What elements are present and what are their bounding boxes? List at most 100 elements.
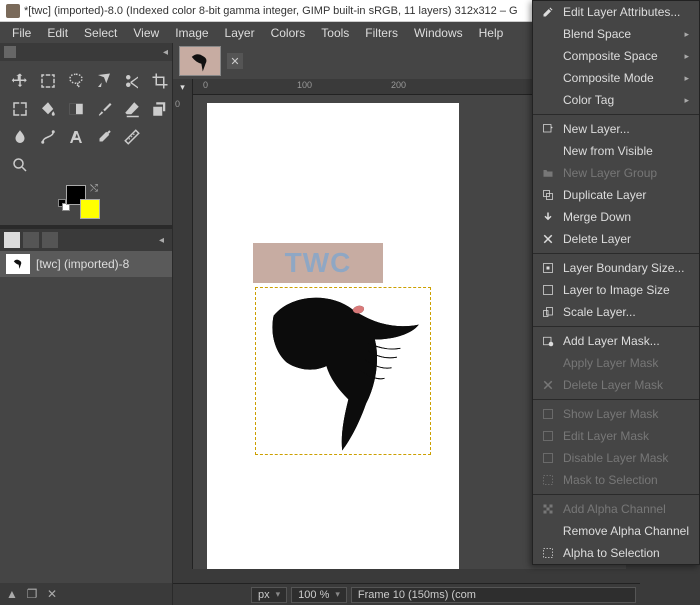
menu-layer-to-image-size[interactable]: Layer to Image Size [533,279,699,301]
menu-color-tag[interactable]: Color Tag [533,89,699,111]
menu-layer-boundary-size[interactable]: Layer Boundary Size... [533,257,699,279]
move-tool-icon[interactable] [8,69,32,93]
menu-filters[interactable]: Filters [357,24,406,42]
nav-preview-icon[interactable] [626,569,640,583]
layer-context-menu: Edit Layer Attributes... Blend Space Com… [532,0,700,565]
ruler-h-tick: 100 [297,80,312,90]
alpha-selection-icon [541,546,555,560]
toolbox-tabstrip: ◂ [0,43,172,61]
zoom-dropdown[interactable]: 100 % [291,587,347,603]
menu-new-from-visible[interactable]: New from Visible [533,140,699,162]
transform-tool-icon[interactable] [8,97,32,121]
alpha-add-icon [541,502,555,516]
free-select-tool-icon[interactable] [64,69,88,93]
statusbar: px 100 % Frame 10 (150ms) (com [173,583,640,605]
menu-delete-layer-mask: Delete Layer Mask [533,374,699,396]
menu-view[interactable]: View [125,24,167,42]
menu-help[interactable]: Help [471,24,512,42]
horizontal-scrollbar[interactable] [193,569,626,583]
measure-tool-icon[interactable] [120,125,144,149]
eraser-tool-icon[interactable] [120,97,144,121]
status-layer-label: Frame 10 (150ms) (com [351,587,636,603]
swap-colors-icon[interactable]: ⤭ [90,183,98,194]
scissors-tool-icon[interactable] [120,69,144,93]
text-tool-icon[interactable] [64,125,88,149]
unit-dropdown[interactable]: px [251,587,287,603]
menu-add-alpha-channel: Add Alpha Channel [533,498,699,520]
menu-duplicate-layer[interactable]: Duplicate Layer [533,184,699,206]
gradient-tool-icon[interactable] [64,97,88,121]
raise-image-icon[interactable]: ▲ [4,586,20,602]
smudge-tool-icon[interactable] [8,125,32,149]
menu-alpha-to-selection[interactable]: Alpha to Selection [533,542,699,564]
images-dock-buttons: ▲ ❐ ✕ [0,583,172,605]
menu-select[interactable]: Select [76,24,125,42]
image-tab[interactable] [179,46,221,76]
menu-remove-alpha-channel[interactable]: Remove Alpha Channel [533,520,699,542]
delete-icon [541,232,555,246]
menu-windows[interactable]: Windows [406,24,471,42]
menu-colors[interactable]: Colors [263,24,314,42]
app-logo-icon [6,4,20,18]
path-tool-icon[interactable] [36,125,60,149]
zoom-tool-icon[interactable] [8,153,32,177]
folder-icon [541,166,555,180]
menu-composite-space[interactable]: Composite Space [533,45,699,67]
rect-select-tool-icon[interactable] [36,69,60,93]
background-color-swatch[interactable] [80,199,100,219]
twc-watermark: TWC [253,243,383,283]
toolbox-tab-menu-icon[interactable]: ◂ [163,47,168,58]
delete-image-icon[interactable]: ✕ [44,586,60,602]
images-dock-tabs: ◂ [0,229,172,251]
menu-disable-layer-mask: Disable Layer Mask [533,447,699,469]
images-tab-icon[interactable] [4,232,20,248]
menu-edit[interactable]: Edit [39,24,76,42]
image-list-label: [twc] (imported)-8 [36,257,129,271]
checkbox-icon [541,451,555,465]
color-swatches: ⤭ [0,181,172,225]
dock-tab-menu-icon[interactable]: ◂ [155,235,168,246]
new-display-icon[interactable]: ❐ [24,586,40,602]
ruler-origin-icon[interactable]: ▾ [173,79,193,95]
scale-icon [541,305,555,319]
window-title: *[twc] (imported)-8.0 (Indexed color 8-b… [24,5,518,17]
fuzzy-select-tool-icon[interactable] [92,69,116,93]
menu-mask-to-selection: Mask to Selection [533,469,699,491]
menu-layer[interactable]: Layer [217,24,263,42]
menu-merge-down[interactable]: Merge Down [533,206,699,228]
menu-edit-layer-attributes[interactable]: Edit Layer Attributes... [533,1,699,23]
menu-file[interactable]: File [4,24,39,42]
ruler-vertical[interactable]: 0 [173,95,193,569]
dock-tab2-icon[interactable] [23,232,39,248]
close-tab-icon[interactable]: ✕ [227,53,243,69]
menu-add-layer-mask[interactable]: Add Layer Mask... [533,330,699,352]
menu-tools[interactable]: Tools [313,24,357,42]
menu-apply-layer-mask: Apply Layer Mask [533,352,699,374]
clone-tool-icon[interactable] [148,97,172,121]
image-list-item[interactable]: [twc] (imported)-8 [0,251,172,277]
mask-delete-icon [541,378,555,392]
menu-blend-space[interactable]: Blend Space [533,23,699,45]
edit-icon [541,5,555,19]
paintbrush-tool-icon[interactable] [92,97,116,121]
menu-new-layer[interactable]: New Layer... [533,118,699,140]
fit-icon [541,283,555,297]
ruler-h-tick: 0 [203,80,208,90]
checkbox-icon [541,407,555,421]
menu-scale-layer[interactable]: Scale Layer... [533,301,699,323]
toolbox-tab-icon[interactable] [4,46,16,58]
mask-add-icon [541,334,555,348]
color-picker-tool-icon[interactable] [92,125,116,149]
duplicate-icon [541,188,555,202]
bucket-fill-tool-icon[interactable] [36,97,60,121]
new-layer-icon [541,122,555,136]
image-thumb [6,254,30,274]
menu-image[interactable]: Image [167,24,216,42]
dock-tab3-icon[interactable] [42,232,58,248]
crop-tool-icon[interactable] [148,69,172,93]
bird-layer-content [255,285,433,461]
ruler-v-tick: 0 [175,99,180,109]
menu-delete-layer[interactable]: Delete Layer [533,228,699,250]
menu-show-layer-mask: Show Layer Mask [533,403,699,425]
menu-composite-mode[interactable]: Composite Mode [533,67,699,89]
